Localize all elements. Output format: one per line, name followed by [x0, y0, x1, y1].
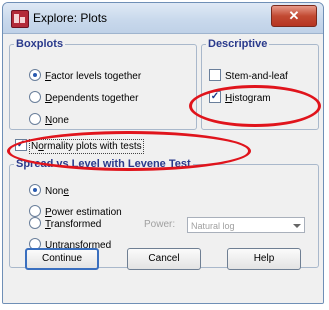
checkbox-label: istogram	[232, 93, 271, 104]
spread-none-radio[interactable]: None	[29, 184, 69, 199]
radio-unselected-icon	[29, 205, 41, 218]
radio-selected-icon	[29, 184, 41, 197]
radio-label: actor levels together	[51, 71, 142, 82]
close-button[interactable]: ✕	[271, 5, 317, 27]
radio-label: Non	[45, 186, 64, 197]
mnemonic-underline: P	[45, 207, 52, 218]
radio-unselected-icon	[29, 113, 41, 126]
radio-label: ransformed	[50, 219, 102, 230]
explore-plots-dialog: Explore: Plots ✕ Boxplots Factor levels …	[2, 2, 324, 304]
checkbox-checked-icon: ✓	[15, 139, 27, 152]
mnemonic-underline: e	[63, 186, 69, 197]
radio-selected-icon	[29, 69, 41, 82]
stem-and-leaf-checkbox[interactable]: Stem-and-leaf	[209, 69, 288, 84]
checkbox-unchecked-icon	[209, 69, 221, 82]
spread-legend: Spread vs Level with Levene Test	[16, 158, 191, 170]
normality-plots-checkbox[interactable]: ✓ Normality plots with tests	[15, 139, 144, 154]
power-select-value: Natural log	[191, 221, 235, 231]
radio-label: ower estimation	[51, 207, 122, 218]
checkbox-label: Stem-and-leaf	[225, 71, 288, 82]
descriptive-legend: Descriptive	[208, 38, 268, 50]
factor-levels-together-radio[interactable]: Factor levels together	[29, 69, 142, 84]
spss-app-icon	[11, 10, 29, 28]
radio-unselected-icon	[29, 91, 41, 104]
power-label: Power:	[144, 219, 176, 230]
checkbox-checked-icon: ✓	[209, 91, 221, 104]
checkbox-label: rmality plots with tests	[43, 141, 142, 152]
dependents-together-radio[interactable]: Dependents together	[29, 91, 139, 106]
continue-button[interactable]: Continue	[25, 248, 99, 270]
boxplot-none-radio[interactable]: None	[29, 113, 69, 128]
radio-label: one	[52, 115, 69, 126]
help-button[interactable]: Help	[227, 248, 301, 270]
power-select[interactable]: Natural log	[187, 217, 305, 233]
title-bar[interactable]: Explore: Plots ✕	[3, 3, 323, 34]
dialog-body: Boxplots Factor levels together Dependen…	[3, 34, 323, 303]
radio-unselected-icon	[29, 217, 41, 230]
radio-label: ependents together	[52, 93, 139, 104]
boxplots-legend: Boxplots	[16, 38, 64, 50]
transformed-radio[interactable]: Transformed	[29, 217, 102, 232]
histogram-checkbox[interactable]: ✓ Histogram	[209, 91, 271, 106]
descriptive-group: Descriptive	[201, 38, 319, 130]
cancel-button[interactable]: Cancel	[127, 248, 201, 270]
chevron-down-icon	[293, 224, 301, 228]
dialog-title: Explore: Plots	[33, 11, 108, 25]
